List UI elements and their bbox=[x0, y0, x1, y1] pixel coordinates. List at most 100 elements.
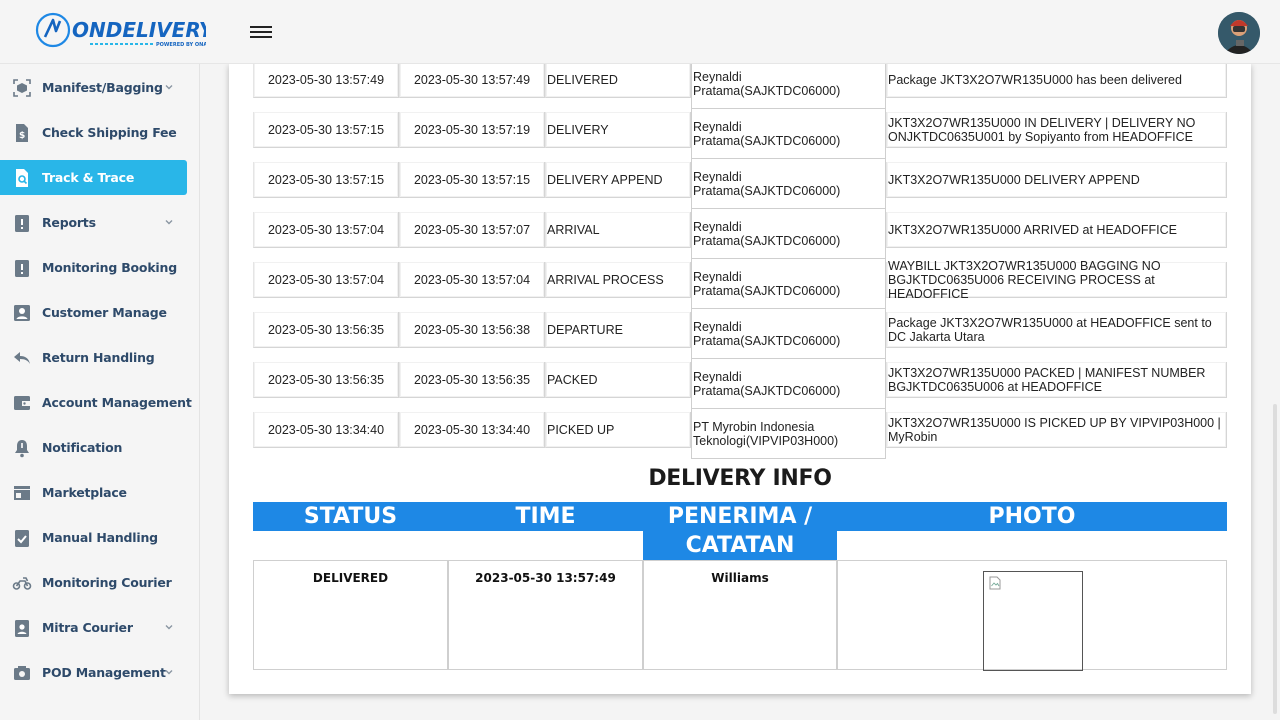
sidebar-item-manual-handling[interactable]: Manual Handling bbox=[0, 520, 187, 555]
table-row: 2023-05-30 13:57:15 2023-05-30 13:57:19 … bbox=[253, 109, 1227, 159]
person-card-icon bbox=[12, 303, 32, 323]
id-badge-icon bbox=[12, 618, 32, 638]
delivery-photo-cell bbox=[837, 560, 1227, 671]
user-cell: Reynaldi Pratama(SAJKTDC06000) bbox=[691, 209, 886, 259]
top-bar: ONDELIVERY POWERED BY ONAPPS bbox=[0, 0, 1280, 64]
check-clipboard-icon bbox=[12, 528, 32, 548]
sidebar-item-check-shipping-fee[interactable]: $ Check Shipping Fee bbox=[0, 115, 187, 150]
chevron-down-icon bbox=[165, 85, 173, 90]
table-row: 2023-05-30 13:57:49 2023-05-30 13:57:49 … bbox=[253, 59, 1227, 109]
status-cell: PACKED bbox=[545, 362, 691, 398]
time-cell: 2023-05-30 13:56:35 bbox=[253, 362, 399, 398]
sidebar-item-monitoring-booking[interactable]: Monitoring Booking bbox=[0, 250, 187, 285]
sidebar-item-label: Return Handling bbox=[42, 350, 155, 365]
time-cell: 2023-05-30 13:57:15 bbox=[253, 112, 399, 148]
sidebar-item-account-management[interactable]: Account Management bbox=[0, 385, 192, 420]
time-cell: 2023-05-30 13:57:04 bbox=[399, 262, 545, 298]
time-header: TIME bbox=[515, 504, 576, 529]
delivery-time: 2023-05-30 13:57:49 bbox=[448, 560, 643, 670]
status-cell: ARRIVAL PROCESS bbox=[545, 262, 691, 298]
user-cell: Reynaldi Pratama(SAJKTDC06000) bbox=[691, 159, 886, 209]
description-cell: Package JKT3X2O7WR135U000 has been deliv… bbox=[886, 62, 1227, 98]
chevron-down-icon bbox=[165, 670, 173, 675]
time-cell: 2023-05-30 13:56:35 bbox=[399, 362, 545, 398]
status-cell: DELIVERY APPEND bbox=[545, 162, 691, 198]
table-row: 2023-05-30 13:57:04 2023-05-30 13:57:07 … bbox=[253, 209, 1227, 259]
sidebar-item-label: Account Management bbox=[42, 395, 192, 410]
status-cell: DELIVERED bbox=[545, 62, 691, 98]
sidebar-item-pod-management[interactable]: POD Management bbox=[0, 655, 187, 690]
sidebar-item-label: Mitra Courier bbox=[42, 620, 133, 635]
sidebar-item-label: Manifest/Bagging bbox=[42, 80, 163, 95]
menu-toggle-icon[interactable] bbox=[250, 23, 272, 41]
time-cell: 2023-05-30 13:57:15 bbox=[253, 162, 399, 198]
camera-icon bbox=[12, 663, 32, 683]
sidebar-item-mitra-courier[interactable]: Mitra Courier bbox=[0, 610, 187, 645]
time-cell: 2023-05-30 13:57:07 bbox=[399, 212, 545, 248]
description-cell: JKT3X2O7WR135U000 IS PICKED UP BY VIPVIP… bbox=[886, 412, 1227, 448]
search-document-icon bbox=[12, 168, 32, 188]
alert-clipboard-icon bbox=[12, 213, 32, 233]
time-cell: 2023-05-30 13:34:40 bbox=[399, 412, 545, 448]
delivery-info-title: DELIVERY INFO bbox=[648, 466, 832, 491]
sidebar-item-label: Manual Handling bbox=[42, 530, 158, 545]
motorcycle-icon bbox=[12, 573, 32, 593]
sidebar-item-reports[interactable]: Reports bbox=[0, 205, 187, 240]
user-cell: Reynaldi Pratama(SAJKTDC06000) bbox=[691, 109, 886, 159]
status-cell: PICKED UP bbox=[545, 412, 691, 448]
delivery-status: DELIVERED bbox=[253, 560, 448, 670]
sidebar-item-notification[interactable]: Notification bbox=[0, 430, 187, 465]
main-content: 2023-05-30 13:57:49 2023-05-30 13:57:49 … bbox=[200, 59, 1280, 720]
sidebar-item-label: Customer Manage bbox=[42, 305, 167, 320]
dollar-document-icon: $ bbox=[12, 123, 32, 143]
status-cell: DEPARTURE bbox=[545, 312, 691, 348]
time-cell: 2023-05-30 13:34:40 bbox=[253, 412, 399, 448]
sidebar-item-label: POD Management bbox=[42, 665, 166, 680]
description-cell: JKT3X2O7WR135U000 PACKED | MANIFEST NUMB… bbox=[886, 362, 1227, 398]
sidebar: Manifest/Bagging $ Check Shipping Fee Tr… bbox=[0, 64, 200, 720]
table-row: 2023-05-30 13:56:35 2023-05-30 13:56:38 … bbox=[253, 309, 1227, 359]
user-cell: Reynaldi Pratama(SAJKTDC06000) bbox=[691, 259, 886, 309]
box-scan-icon bbox=[12, 78, 32, 98]
chevron-down-icon bbox=[165, 220, 173, 225]
sidebar-item-manifest-bagging[interactable]: Manifest/Bagging bbox=[0, 70, 187, 105]
table-row: 2023-05-30 13:34:40 2023-05-30 13:34:40 … bbox=[253, 409, 1227, 459]
user-cell: Reynaldi Pratama(SAJKTDC06000) bbox=[691, 309, 886, 359]
table-row: 2023-05-30 13:57:04 2023-05-30 13:57:04 … bbox=[253, 259, 1227, 309]
svg-text:ONDELIVERY: ONDELIVERY bbox=[72, 18, 206, 42]
sidebar-item-label: Marketplace bbox=[42, 485, 127, 500]
reply-arrow-icon bbox=[12, 348, 32, 368]
svg-text:$: $ bbox=[19, 131, 25, 141]
wallet-icon bbox=[12, 393, 32, 413]
description-cell: WAYBILL JKT3X2O7WR135U000 BAGGING NO BGJ… bbox=[886, 259, 1227, 301]
delivery-photo[interactable] bbox=[983, 571, 1083, 671]
sidebar-item-return-handling[interactable]: Return Handling bbox=[0, 340, 187, 375]
time-cell: 2023-05-30 13:57:15 bbox=[399, 162, 545, 198]
receiver-header: PENERIMA / CATATAN bbox=[643, 502, 837, 560]
scrollbar[interactable] bbox=[1273, 404, 1277, 714]
photo-header: PHOTO bbox=[988, 504, 1076, 529]
description-cell: JKT3X2O7WR135U000 IN DELIVERY | DELIVERY… bbox=[886, 112, 1227, 148]
time-cell: 2023-05-30 13:57:49 bbox=[253, 62, 399, 98]
user-cell: Reynaldi Pratama(SAJKTDC06000) bbox=[691, 359, 886, 409]
description-cell: JKT3X2O7WR135U000 ARRIVED at HEADOFFICE bbox=[886, 212, 1227, 248]
store-icon bbox=[12, 483, 32, 503]
delivery-info-header: STATUS TIME PENERIMA / CATATAN PHOTO bbox=[253, 502, 1227, 560]
ondelivery-logo[interactable]: ONDELIVERY POWERED BY ONAPPS bbox=[34, 11, 206, 51]
svg-text:POWERED BY ONAPPS: POWERED BY ONAPPS bbox=[156, 42, 206, 48]
user-avatar[interactable] bbox=[1218, 12, 1260, 54]
user-cell: Reynaldi Pratama(SAJKTDC06000) bbox=[691, 59, 886, 109]
sidebar-item-customer-manage[interactable]: Customer Manage bbox=[0, 295, 187, 330]
delivery-receiver: Williams bbox=[643, 560, 837, 670]
sidebar-item-track-trace[interactable]: Track & Trace bbox=[0, 160, 187, 195]
time-cell: 2023-05-30 13:57:04 bbox=[253, 212, 399, 248]
sidebar-item-marketplace[interactable]: Marketplace bbox=[0, 475, 187, 510]
sidebar-item-label: Notification bbox=[42, 440, 123, 455]
track-trace-card: 2023-05-30 13:57:49 2023-05-30 13:57:49 … bbox=[229, 59, 1251, 694]
time-cell: 2023-05-30 13:57:04 bbox=[253, 262, 399, 298]
description-cell: Package JKT3X2O7WR135U000 at HEADOFFICE … bbox=[886, 312, 1227, 348]
sidebar-item-monitoring-courier[interactable]: Monitoring Courier bbox=[0, 565, 187, 600]
table-row: 2023-05-30 13:56:35 2023-05-30 13:56:35 … bbox=[253, 359, 1227, 409]
sidebar-item-label: Monitoring Booking bbox=[42, 260, 177, 275]
sidebar-item-label: Check Shipping Fee bbox=[42, 125, 177, 140]
